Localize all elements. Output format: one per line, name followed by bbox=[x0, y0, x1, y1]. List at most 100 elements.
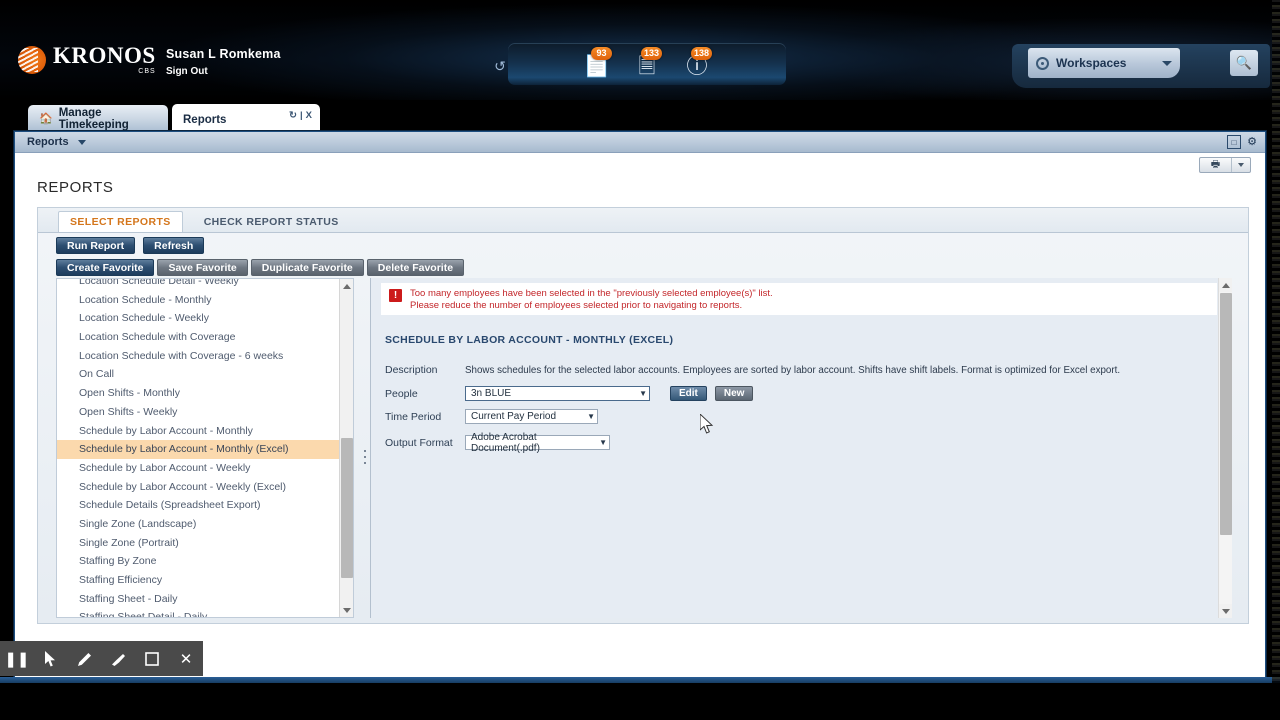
report-list-item[interactable]: Schedule by Labor Account - Weekly bbox=[57, 459, 340, 478]
field-description: Description Shows schedules for the sele… bbox=[385, 364, 1145, 376]
error-message: Too many employees have been selected in… bbox=[410, 288, 773, 312]
field-time-period: Time Period Current Pay Period ▼ bbox=[385, 409, 598, 424]
report-list-item[interactable]: Location Schedule - Monthly bbox=[57, 291, 340, 310]
report-list-item[interactable]: Single Zone (Landscape) bbox=[57, 515, 340, 534]
search-icon[interactable]: 🔍 bbox=[1230, 50, 1258, 76]
pane-splitter[interactable] bbox=[360, 278, 370, 618]
window-controls: □ ⚙ bbox=[1227, 135, 1259, 149]
scrollbar-thumb[interactable] bbox=[1220, 293, 1232, 535]
detail-pane-scrollbar[interactable] bbox=[1218, 278, 1232, 618]
report-list-item[interactable]: Location Schedule with Coverage bbox=[57, 328, 340, 347]
people-label: People bbox=[385, 387, 418, 400]
duplicate-favorite-button[interactable]: Duplicate Favorite bbox=[250, 259, 364, 276]
user-block: Susan L Romkema Sign Out bbox=[166, 47, 281, 79]
save-favorite-button[interactable]: Save Favorite bbox=[157, 259, 248, 276]
report-list-item[interactable]: Staffing By Zone bbox=[57, 552, 340, 571]
time-period-value: Current Pay Period bbox=[471, 411, 557, 422]
alert-warnings[interactable]: 138 ⓘ bbox=[680, 47, 714, 79]
edit-button[interactable]: Edit bbox=[670, 386, 707, 401]
close-icon[interactable]: ✕ bbox=[173, 646, 199, 672]
report-list-item[interactable]: Staffing Sheet - Daily bbox=[57, 590, 340, 609]
report-panel: SELECT REPORTS CHECK REPORT STATUS Run R… bbox=[37, 207, 1249, 624]
scroll-up-icon[interactable] bbox=[340, 279, 353, 293]
alert-timecard-approval[interactable]: 93 📄 bbox=[580, 47, 614, 79]
people-value: 3n BLUE bbox=[471, 388, 512, 399]
chevron-down-icon bbox=[1162, 60, 1172, 66]
page-bottom-background bbox=[0, 683, 1280, 720]
chevron-down-icon: ▼ bbox=[599, 438, 607, 447]
panel-tab-label: SELECT REPORTS bbox=[70, 216, 171, 228]
favorite-actions: Create Favorite Save Favorite Duplicate … bbox=[56, 259, 465, 276]
tab-close-icon[interactable]: X bbox=[306, 110, 312, 121]
field-people: People 3n BLUE ▼ Edit New bbox=[385, 386, 754, 401]
chevron-down-icon: ▼ bbox=[639, 389, 647, 398]
panel-tabs: SELECT REPORTS CHECK REPORT STATUS bbox=[38, 208, 1248, 233]
report-list[interactable]: Location Schedule Detail - Weekly Locatio… bbox=[57, 279, 340, 617]
print-icon[interactable]: 🖶 bbox=[1200, 158, 1232, 172]
report-list-item[interactable]: Single Zone (Portrait) bbox=[57, 534, 340, 553]
report-list-item[interactable]: Schedule Details (Spreadsheet Export) bbox=[57, 496, 340, 515]
tab-check-report-status[interactable]: CHECK REPORT STATUS bbox=[193, 211, 350, 232]
report-list-item[interactable]: Schedule by Labor Account - Monthly (Exc… bbox=[57, 440, 340, 459]
chevron-down-icon: ▼ bbox=[587, 412, 595, 421]
gear-icon[interactable]: ⚙ bbox=[1245, 135, 1259, 149]
report-list-item[interactable]: Open Shifts - Monthly bbox=[57, 384, 340, 403]
kronos-wordmark: KRONOS CBS bbox=[53, 44, 156, 75]
report-detail-pane: ! Too many employees have been selected … bbox=[370, 278, 1232, 618]
alert-bar: 93 📄 133 🗎 138 ⓘ bbox=[508, 43, 786, 85]
detail-title: SCHEDULE BY LABOR ACCOUNT - MONTHLY (EXC… bbox=[385, 334, 674, 346]
rectangle-icon[interactable] bbox=[139, 646, 165, 672]
tab-select-reports[interactable]: SELECT REPORTS bbox=[58, 211, 183, 232]
report-list-item[interactable]: Schedule by Labor Account - Weekly (Exce… bbox=[57, 478, 340, 497]
scrollbar-thumb[interactable] bbox=[341, 438, 353, 578]
scroll-down-icon[interactable] bbox=[340, 603, 353, 617]
report-list-item[interactable]: Location Schedule - Weekly bbox=[57, 309, 340, 328]
report-list-scrollbar[interactable] bbox=[339, 279, 353, 617]
workspaces-target-icon bbox=[1036, 56, 1049, 70]
alert-badge-count: 138 bbox=[691, 47, 713, 60]
new-button[interactable]: New bbox=[714, 386, 754, 401]
user-name: Susan L Romkema bbox=[166, 47, 281, 61]
error-line-1: Too many employees have been selected in… bbox=[410, 288, 773, 299]
print-options-chevron-down-icon[interactable] bbox=[1232, 158, 1250, 172]
time-period-select[interactable]: Current Pay Period ▼ bbox=[465, 409, 598, 424]
report-list-item[interactable]: On Call bbox=[57, 365, 340, 384]
people-select[interactable]: 3n BLUE ▼ bbox=[465, 386, 650, 401]
report-list-item[interactable]: Schedule by Labor Account - Monthly bbox=[57, 422, 340, 441]
window-menu-label: Reports bbox=[27, 136, 69, 148]
alert-exceptions-list[interactable]: 133 🗎 bbox=[630, 47, 664, 79]
output-format-label: Output Format bbox=[385, 436, 453, 449]
tab-label: Reports bbox=[183, 113, 227, 126]
tab-refresh-icon[interactable]: ↻ bbox=[289, 110, 297, 121]
chevron-down-icon[interactable] bbox=[77, 139, 86, 145]
report-list-item[interactable]: Open Shifts - Weekly bbox=[57, 403, 340, 422]
scroll-up-icon[interactable] bbox=[1219, 278, 1232, 292]
report-list-item[interactable]: Staffing Sheet Detail - Daily bbox=[57, 608, 340, 617]
tab-separator: | bbox=[299, 110, 303, 121]
sign-out-link[interactable]: Sign Out bbox=[166, 66, 208, 77]
report-list-item[interactable]: Staffing Efficiency bbox=[57, 571, 340, 590]
print-toolbar: 🖶 bbox=[1199, 157, 1251, 173]
window-titlebar: Reports □ ⚙ bbox=[15, 132, 1265, 153]
workspace-tabstrip: 🏠 Manage Timekeeping Reports ↻ | X bbox=[0, 100, 1280, 135]
refresh-icon[interactable]: ↺ bbox=[492, 58, 508, 74]
output-format-select[interactable]: Adobe Acrobat Document(.pdf) ▼ bbox=[465, 432, 610, 454]
report-list-item[interactable]: Location Schedule with Coverage - 6 week… bbox=[57, 347, 340, 366]
create-favorite-button[interactable]: Create Favorite bbox=[56, 259, 155, 276]
report-list-item[interactable]: Location Schedule Detail - Weekly bbox=[57, 279, 340, 291]
pause-icon[interactable]: ❚❚ bbox=[4, 646, 30, 672]
restore-window-icon[interactable]: □ bbox=[1227, 135, 1241, 149]
home-icon: 🏠 bbox=[39, 113, 53, 125]
scroll-down-icon[interactable] bbox=[1219, 604, 1232, 618]
run-report-button[interactable]: Run Report bbox=[56, 237, 136, 254]
refresh-button[interactable]: Refresh bbox=[143, 237, 205, 254]
content-window: Reports □ ⚙ 🖶 REPORTS SELECT REPORTS CHE… bbox=[14, 131, 1266, 680]
delete-favorite-button[interactable]: Delete Favorite bbox=[366, 259, 465, 276]
error-line-2: Please reduce the number of employees se… bbox=[410, 300, 743, 311]
tab-manage-timekeeping[interactable]: 🏠 Manage Timekeeping bbox=[28, 105, 168, 132]
output-format-value: Adobe Acrobat Document(.pdf) bbox=[471, 431, 540, 454]
eraser-icon[interactable] bbox=[105, 646, 131, 672]
pencil-icon[interactable] bbox=[72, 646, 98, 672]
cursor-arrow-icon[interactable] bbox=[38, 646, 64, 672]
workspaces-button[interactable]: Workspaces bbox=[1028, 48, 1180, 78]
